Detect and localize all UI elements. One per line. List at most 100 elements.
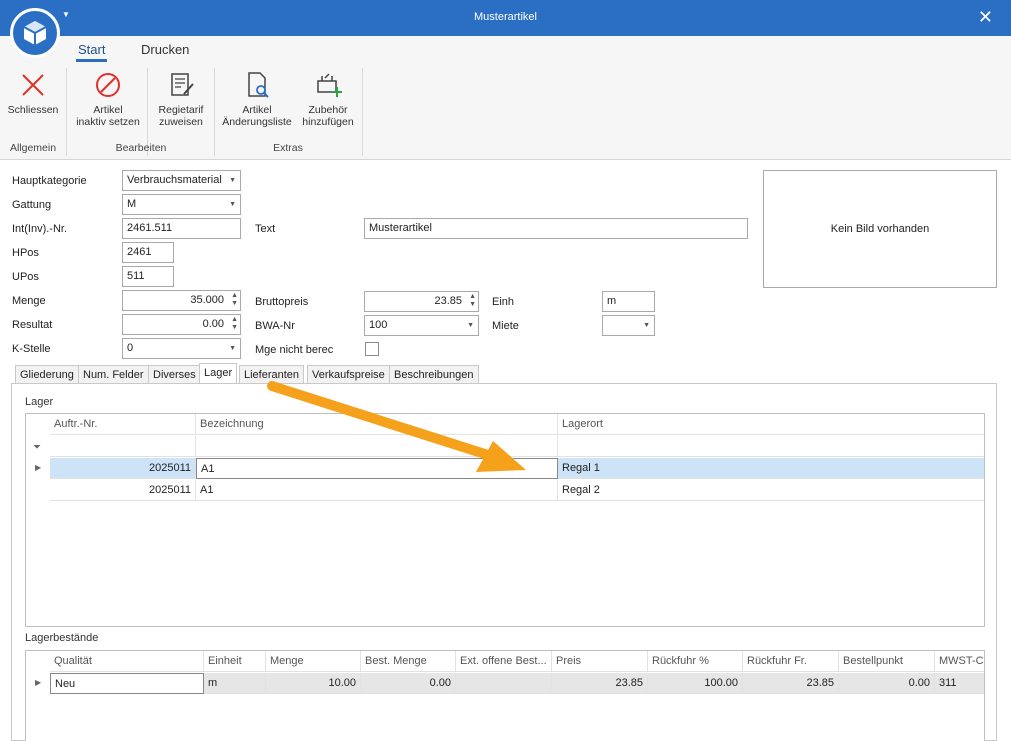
einh-input[interactable]: m [602, 291, 655, 312]
col-header-rueckfuhr-pct[interactable]: Rückfuhr % [648, 651, 743, 672]
intnr-input[interactable]: 2461.511 [122, 218, 241, 239]
col-header-mwst[interactable]: MWST-Co [935, 651, 984, 672]
upos-input[interactable]: 511 [122, 266, 174, 287]
row-indicator-icon: ▶ [35, 463, 42, 472]
text-label: Text [255, 223, 276, 235]
filter-cell[interactable] [196, 436, 558, 457]
table-cell[interactable]: 0.00 [361, 673, 456, 694]
table-cell[interactable]: 311 [935, 673, 984, 694]
table-cell[interactable]: 23.85 [552, 673, 648, 694]
text-input[interactable]: Musterartikel [364, 218, 748, 239]
mge-label: Mge nicht berec [255, 344, 334, 356]
set-inactive-button[interactable]: Artikel inaktiv setzen [72, 70, 144, 128]
add-accessory-button[interactable]: Zubehör hinzufügen [298, 70, 358, 128]
table-cell[interactable]: 10.00 [266, 673, 361, 694]
col-header-rueckfuhr-fr[interactable]: Rückfuhr Fr. [743, 651, 839, 672]
table-cell[interactable]: 2025011 [50, 480, 196, 501]
tab-verkaufspreise[interactable]: Verkaufspreise [307, 365, 390, 384]
toolbox-add-icon [317, 73, 342, 97]
col-header-ext-offene[interactable]: Ext. offene Best... [456, 651, 552, 672]
table-cell[interactable]: 100.00 [648, 673, 743, 694]
table-cell[interactable] [456, 673, 552, 694]
group-label-allgemein: Allgemein [9, 142, 57, 154]
tab-lager[interactable]: Lager [199, 363, 238, 385]
ribbon-separator [362, 68, 363, 156]
document-search-icon [248, 72, 269, 98]
tab-gliederung[interactable]: Gliederung [15, 365, 79, 384]
resultat-spinner[interactable]: 0.00 ▲ ▼ [122, 314, 241, 335]
tab-num-felder[interactable]: Num. Felder [78, 365, 149, 384]
hpos-input[interactable]: 2461 [122, 242, 174, 263]
col-header-einheit[interactable]: Einheit [204, 651, 266, 672]
bruttopreis-label: Bruttopreis [255, 296, 309, 308]
change-list-button[interactable]: Artikel Änderungsliste [218, 70, 296, 128]
chevron-down-icon: ▼ [467, 322, 474, 329]
bruttopreis-spinner[interactable]: 23.85 ▲ ▼ [364, 291, 479, 312]
chevron-down-icon: ▼ [229, 201, 236, 208]
table-cell[interactable]: Neu [50, 673, 204, 694]
ribbon-separator [214, 68, 215, 156]
window-close-button[interactable]: ✕ [978, 7, 993, 27]
lager-tab-panel: Lager Auftr.-Nr. Bezeichnung Lagerort ⏷ … [11, 383, 997, 741]
group-label-extras: Extras [273, 142, 303, 154]
bwanr-label: BWA-Nr [255, 320, 295, 332]
ribbon-tab-strip: Start Drucken [0, 36, 1011, 64]
table-cell[interactable]: 0.00 [839, 673, 935, 694]
chevron-down-icon: ▼ [643, 322, 650, 329]
col-header-preis[interactable]: Preis [552, 651, 648, 672]
table-cell[interactable]: A1 [196, 458, 558, 479]
lager-grid: Auftr.-Nr. Bezeichnung Lagerort ⏷ ▶ 2025… [25, 413, 985, 627]
document-edit-icon [171, 73, 194, 96]
table-cell[interactable]: 2025011 [50, 458, 196, 479]
col-header-qualitaet[interactable]: Qualität [50, 651, 204, 672]
einh-label: Einh [492, 296, 515, 308]
menge-spinner[interactable]: 35.000 ▲ ▼ [122, 290, 241, 311]
col-header-auftr[interactable]: Auftr.-Nr. [50, 414, 196, 435]
table-cell[interactable]: Regal 1 [558, 458, 984, 479]
spin-arrows-icon[interactable]: ▲ ▼ [231, 316, 238, 332]
kstelle-combo[interactable]: 0 ▼ [122, 338, 241, 359]
col-header-menge[interactable]: Menge [266, 651, 361, 672]
col-header-bezeichnung[interactable]: Bezeichnung [196, 414, 558, 435]
row-indicator-icon: ▶ [35, 678, 42, 687]
tab-beschreibungen[interactable]: Beschreibungen [389, 365, 479, 384]
ribbon-tab-drucken[interactable]: Drucken [141, 42, 189, 57]
close-article-button[interactable]: Schliessen [4, 70, 62, 116]
kstelle-label: K-Stelle [12, 343, 51, 355]
prohibited-icon [96, 73, 120, 97]
bwanr-combo[interactable]: 100 ▼ [364, 315, 479, 336]
table-cell[interactable]: m [204, 673, 266, 694]
ribbon: Schliessen Artikel inaktiv setzen Regiet… [0, 64, 1011, 160]
assign-tariff-button[interactable]: Regietarif zuweisen [152, 70, 210, 128]
table-cell[interactable]: 23.85 [743, 673, 839, 694]
filter-cell[interactable] [558, 436, 984, 457]
intnr-label: Int(Inv).-Nr. [12, 223, 68, 235]
article-image-placeholder[interactable]: Kein Bild vorhanden [763, 170, 997, 288]
tab-diverses[interactable]: Diverses [148, 365, 201, 384]
table-cell[interactable]: A1 [196, 480, 558, 501]
col-header-lagerort[interactable]: Lagerort [558, 414, 984, 435]
mge-nicht-berec-checkbox[interactable] [365, 342, 379, 356]
app-logo-icon[interactable] [10, 8, 60, 58]
tab-lieferanten[interactable]: Lieferanten [239, 365, 305, 384]
col-header-bestellpunkt[interactable]: Bestellpunkt [839, 651, 935, 672]
upos-label: UPos [12, 271, 39, 283]
close-icon [22, 74, 44, 96]
col-header-best-menge[interactable]: Best. Menge [361, 651, 456, 672]
gattung-label: Gattung [12, 199, 52, 211]
spin-arrows-icon[interactable]: ▲ ▼ [231, 292, 238, 308]
hauptkategorie-label: Hauptkategorie [12, 175, 87, 187]
lager-section-label: Lager [25, 396, 54, 408]
miete-combo[interactable]: ▼ [602, 315, 655, 336]
filter-cell[interactable] [50, 436, 196, 457]
chevron-down-icon: ▼ [229, 177, 236, 184]
resultat-label: Resultat [12, 319, 53, 331]
table-cell[interactable]: Regal 2 [558, 480, 984, 501]
spin-arrows-icon[interactable]: ▲ ▼ [469, 293, 476, 309]
ribbon-tab-start[interactable]: Start [75, 42, 108, 62]
bestand-grid: Qualität Einheit Menge Best. Menge Ext. … [25, 650, 985, 741]
filter-icon[interactable]: ⏷ [33, 442, 41, 453]
gattung-combo[interactable]: M ▼ [122, 194, 241, 215]
hauptkategorie-combo[interactable]: Verbrauchsmaterial ▼ [122, 170, 241, 191]
window-title: Musterartikel [474, 11, 537, 23]
